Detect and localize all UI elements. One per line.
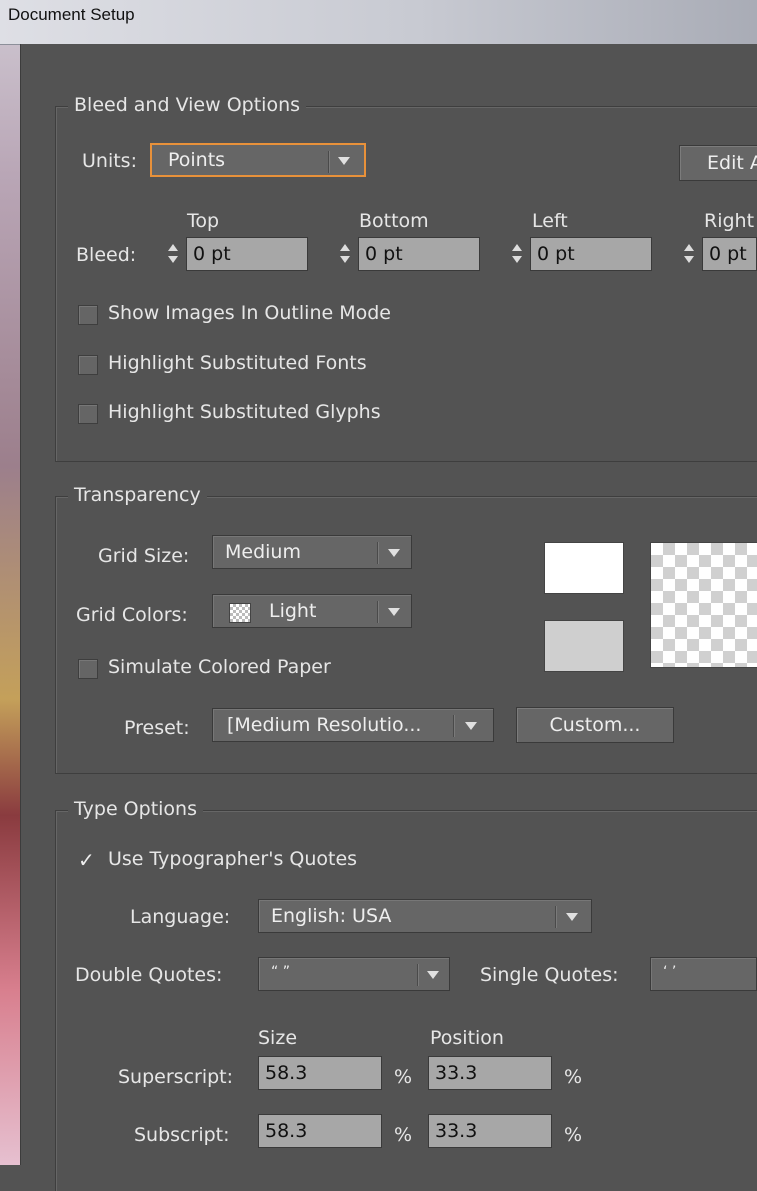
typographers-quotes-label: Use Typographer's Quotes <box>108 848 358 870</box>
grid-colors-dropdown[interactable]: Light <box>212 594 412 628</box>
language-value: English: USA <box>271 905 392 927</box>
units-value: Points <box>168 149 226 171</box>
highlight-glyphs-checkbox[interactable] <box>78 404 98 424</box>
subscript-size-field[interactable]: 58.3 <box>258 1114 382 1148</box>
highlight-fonts-checkbox[interactable] <box>78 355 98 375</box>
bleed-label: Bleed: <box>76 244 137 266</box>
chevron-down-icon <box>388 608 400 616</box>
grid-color-swatch-icon <box>229 603 251 623</box>
chevron-down-icon <box>566 913 578 921</box>
stepper-arrows-icon[interactable] <box>334 237 356 271</box>
transparency-grid-preview <box>650 542 757 668</box>
subscript-position-field[interactable]: 33.3 <box>428 1114 552 1148</box>
superscript-label: Superscript: <box>118 1066 234 1088</box>
bleed-bottom-field[interactable]: 0 pt <box>358 237 480 271</box>
preset-value: [Medium Resolutio... <box>227 714 422 736</box>
bleed-top-stepper[interactable]: 0 pt <box>162 237 308 271</box>
highlight-fonts-label: Highlight Substituted Fonts <box>108 352 367 374</box>
bleed-top-field[interactable]: 0 pt <box>186 237 308 271</box>
title-bar: Document Setup <box>0 0 757 45</box>
double-quotes-label: Double Quotes: <box>75 964 223 986</box>
subscript-label: Subscript: <box>134 1124 230 1146</box>
grid-colors-label: Grid Colors: <box>76 604 188 626</box>
transparency-group-title: Transparency <box>68 484 207 506</box>
chevron-down-icon <box>338 157 350 165</box>
percent-label: % <box>394 1124 413 1146</box>
highlight-glyphs-label: Highlight Substituted Glyphs <box>108 401 381 423</box>
chevron-down-icon <box>465 722 477 730</box>
bleed-bottom-stepper[interactable]: 0 pt <box>334 237 480 271</box>
language-label: Language: <box>130 906 231 928</box>
single-quotes-dropdown[interactable]: ‘ ’ <box>650 957 757 991</box>
bleed-left-field[interactable]: 0 pt <box>530 237 652 271</box>
stepper-arrows-icon[interactable] <box>162 237 184 271</box>
chevron-down-icon <box>427 971 439 979</box>
grid-color-2-swatch[interactable] <box>544 620 624 672</box>
percent-label: % <box>564 1124 583 1146</box>
position-header: Position <box>430 1027 504 1049</box>
single-quotes-label: Single Quotes: <box>480 964 619 986</box>
grid-colors-value: Light <box>269 600 317 622</box>
language-dropdown[interactable]: English: USA <box>258 899 592 933</box>
superscript-position-field[interactable]: 33.3 <box>428 1056 552 1090</box>
bleed-right-field[interactable]: 0 pt <box>702 237 757 271</box>
grid-color-1-swatch[interactable] <box>544 542 624 594</box>
custom-button[interactable]: Custom... <box>516 707 674 743</box>
single-quotes-value: ‘ ’ <box>663 964 677 980</box>
bleed-col-bottom: Bottom <box>359 210 429 232</box>
simulate-paper-checkbox[interactable] <box>78 659 98 679</box>
preset-label: Preset: <box>124 717 190 739</box>
bleed-col-left: Left <box>532 210 568 232</box>
type-options-group-title: Type Options <box>68 798 203 820</box>
units-dropdown[interactable]: Points <box>150 143 366 177</box>
stepper-arrows-icon[interactable] <box>506 237 528 271</box>
double-quotes-value: “ ” <box>271 964 290 980</box>
chevron-down-icon <box>388 549 400 557</box>
bleed-col-top: Top <box>187 210 220 232</box>
bleed-left-stepper[interactable]: 0 pt <box>506 237 652 271</box>
grid-size-value: Medium <box>225 541 301 563</box>
superscript-size-field[interactable]: 58.3 <box>258 1056 382 1090</box>
grid-size-dropdown[interactable]: Medium <box>212 535 412 569</box>
units-label: Units: <box>82 150 137 172</box>
double-quotes-dropdown[interactable]: “ ” <box>258 957 450 991</box>
bleed-col-right: Right <box>704 210 755 232</box>
percent-label: % <box>394 1066 413 1088</box>
stepper-arrows-icon[interactable] <box>678 237 700 271</box>
simulate-paper-label: Simulate Colored Paper <box>108 656 331 678</box>
window-title: Document Setup <box>8 5 135 24</box>
edit-artboards-button[interactable]: Edit A <box>679 145 757 181</box>
desktop-background <box>0 0 20 1165</box>
show-images-outline-checkbox[interactable] <box>78 305 98 325</box>
checkmark-icon[interactable]: ✓ <box>78 850 95 870</box>
grid-size-label: Grid Size: <box>98 545 190 567</box>
size-header: Size <box>258 1027 298 1049</box>
show-images-outline-label: Show Images In Outline Mode <box>108 302 391 324</box>
percent-label: % <box>564 1066 583 1088</box>
bleed-view-group-title: Bleed and View Options <box>68 94 307 116</box>
bleed-right-stepper[interactable]: 0 pt <box>678 237 757 271</box>
preset-dropdown[interactable]: [Medium Resolutio... <box>212 708 494 742</box>
